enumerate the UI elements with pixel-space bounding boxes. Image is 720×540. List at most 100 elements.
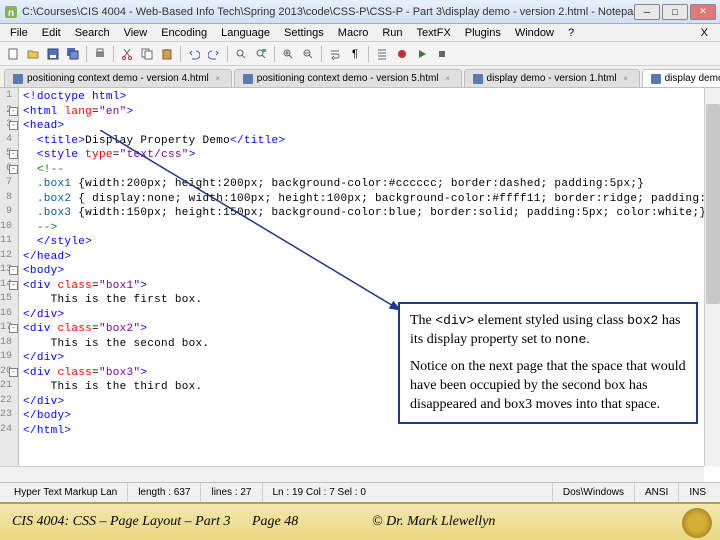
tab-label: display demo - version 2.html — [665, 73, 720, 84]
tab-close-icon[interactable]: × — [621, 74, 631, 84]
window-controls: ─ □ ✕ — [634, 4, 716, 20]
footer-course: CIS 4004: CSS – Page Layout – Part 3 — [12, 514, 252, 530]
status-insert-mode: INS — [679, 483, 716, 502]
maximize-button[interactable]: □ — [662, 4, 688, 20]
slide-footer: CIS 4004: CSS – Page Layout – Part 3 Pag… — [0, 502, 720, 540]
menu-window[interactable]: Window — [509, 25, 560, 41]
tab-label: positioning context demo - version 5.htm… — [257, 73, 439, 84]
document-tab[interactable]: display demo - version 1.html× — [464, 69, 640, 87]
line-number: 18 — [0, 337, 18, 352]
fold-toggle-icon[interactable]: - — [9, 324, 18, 333]
code-line[interactable]: - <!-- — [23, 163, 720, 178]
code-line[interactable]: </head> — [23, 250, 720, 265]
vertical-scrollbar[interactable] — [704, 88, 720, 466]
code-line[interactable]: <title>Display Property Demo</title> — [23, 134, 720, 149]
fold-toggle-icon[interactable]: - — [9, 107, 18, 116]
paste-icon[interactable] — [158, 45, 176, 63]
menu-file[interactable]: File — [4, 25, 34, 41]
minimize-button[interactable]: ─ — [634, 4, 660, 20]
zoom-out-icon[interactable] — [299, 45, 317, 63]
annotation-callout: The <div> element styled using class box… — [398, 302, 698, 424]
fold-toggle-icon[interactable]: - — [9, 266, 18, 275]
callout-p1: The <div> element styled using class box… — [410, 312, 686, 350]
line-number: 11 — [0, 235, 18, 250]
menu-run[interactable]: Run — [376, 25, 408, 41]
close-button[interactable]: ✕ — [690, 4, 716, 20]
code-line[interactable]: </html> — [23, 424, 720, 439]
fold-toggle-icon[interactable]: - — [9, 121, 18, 130]
show-chars-icon[interactable]: ¶ — [346, 45, 364, 63]
horizontal-scrollbar[interactable] — [0, 466, 704, 482]
toolbar-sep — [321, 46, 322, 62]
redo-icon[interactable] — [205, 45, 223, 63]
new-file-icon[interactable] — [4, 45, 22, 63]
svg-text:n: n — [8, 8, 14, 19]
save-icon[interactable] — [44, 45, 62, 63]
line-number: 4 — [0, 134, 18, 149]
scroll-thumb[interactable] — [706, 104, 720, 304]
line-gutter: 123456789101112131415161718192021222324 — [0, 88, 19, 466]
copy-icon[interactable] — [138, 45, 156, 63]
tab-close-icon[interactable]: × — [213, 74, 223, 84]
status-lines: lines : 27 — [201, 483, 262, 502]
document-tab[interactable]: display demo - version 2.html× — [642, 69, 720, 87]
menu-help[interactable]: ? — [562, 25, 580, 41]
status-encoding: ANSI — [635, 483, 679, 502]
file-icon — [243, 74, 253, 84]
toolbar-sep — [227, 46, 228, 62]
tab-close-icon[interactable]: × — [443, 74, 453, 84]
code-line[interactable]: -<html lang="en"> — [23, 105, 720, 120]
zoom-in-icon[interactable] — [279, 45, 297, 63]
cut-icon[interactable] — [118, 45, 136, 63]
toolbar-sep — [86, 46, 87, 62]
code-line[interactable]: -<head> — [23, 119, 720, 134]
fold-toggle-icon[interactable]: - — [9, 281, 18, 290]
indent-icon[interactable] — [373, 45, 391, 63]
line-number: 22 — [0, 395, 18, 410]
menu-view[interactable]: View — [118, 25, 154, 41]
status-position: Ln : 19 Col : 7 Sel : 0 — [263, 483, 553, 502]
code-line[interactable]: .box3 {width:150px; height:150px; backgr… — [23, 206, 720, 221]
save-all-icon[interactable] — [64, 45, 82, 63]
line-number: 16 — [0, 308, 18, 323]
macro-play-icon[interactable] — [413, 45, 431, 63]
open-file-icon[interactable] — [24, 45, 42, 63]
menu-close-x[interactable]: X — [693, 25, 716, 41]
menu-plugins[interactable]: Plugins — [459, 25, 507, 41]
fold-toggle-icon[interactable]: - — [9, 165, 18, 174]
replace-icon[interactable] — [252, 45, 270, 63]
menu-textfx[interactable]: TextFX — [411, 25, 457, 41]
menu-search[interactable]: Search — [69, 25, 116, 41]
file-icon — [473, 74, 483, 84]
code-line[interactable]: .box1 {width:200px; height:200px; backgr… — [23, 177, 720, 192]
ucf-logo-icon — [682, 508, 712, 538]
code-line[interactable]: .box2 { display:none; width:100px; heigh… — [23, 192, 720, 207]
document-tab[interactable]: positioning context demo - version 4.htm… — [4, 69, 232, 87]
wordwrap-icon[interactable] — [326, 45, 344, 63]
document-tab[interactable]: positioning context demo - version 5.htm… — [234, 69, 462, 87]
menu-settings[interactable]: Settings — [278, 25, 330, 41]
menu-macro[interactable]: Macro — [332, 25, 375, 41]
status-language: Hyper Text Markup Lan — [4, 483, 128, 502]
macro-record-icon[interactable] — [393, 45, 411, 63]
code-line[interactable]: --> — [23, 221, 720, 236]
menu-language[interactable]: Language — [215, 25, 276, 41]
macro-stop-icon[interactable] — [433, 45, 451, 63]
menubar: File Edit Search View Encoding Language … — [0, 24, 720, 42]
window-title: C:\Courses\CIS 4004 - Web-Based Info Tec… — [22, 6, 634, 18]
fold-toggle-icon[interactable]: - — [9, 150, 18, 159]
code-line[interactable]: - <style type="text/css"> — [23, 148, 720, 163]
code-line[interactable]: -<div class="box1"> — [23, 279, 720, 294]
menu-edit[interactable]: Edit — [36, 25, 67, 41]
code-line[interactable]: <!doctype html> — [23, 90, 720, 105]
code-line[interactable]: -<body> — [23, 264, 720, 279]
file-icon — [651, 74, 661, 84]
find-icon[interactable] — [232, 45, 250, 63]
file-icon — [13, 74, 23, 84]
code-line[interactable]: </style> — [23, 235, 720, 250]
undo-icon[interactable] — [185, 45, 203, 63]
print-icon[interactable] — [91, 45, 109, 63]
fold-toggle-icon[interactable]: - — [9, 368, 18, 377]
menu-encoding[interactable]: Encoding — [155, 25, 213, 41]
status-eol: Dos\Windows — [553, 483, 635, 502]
